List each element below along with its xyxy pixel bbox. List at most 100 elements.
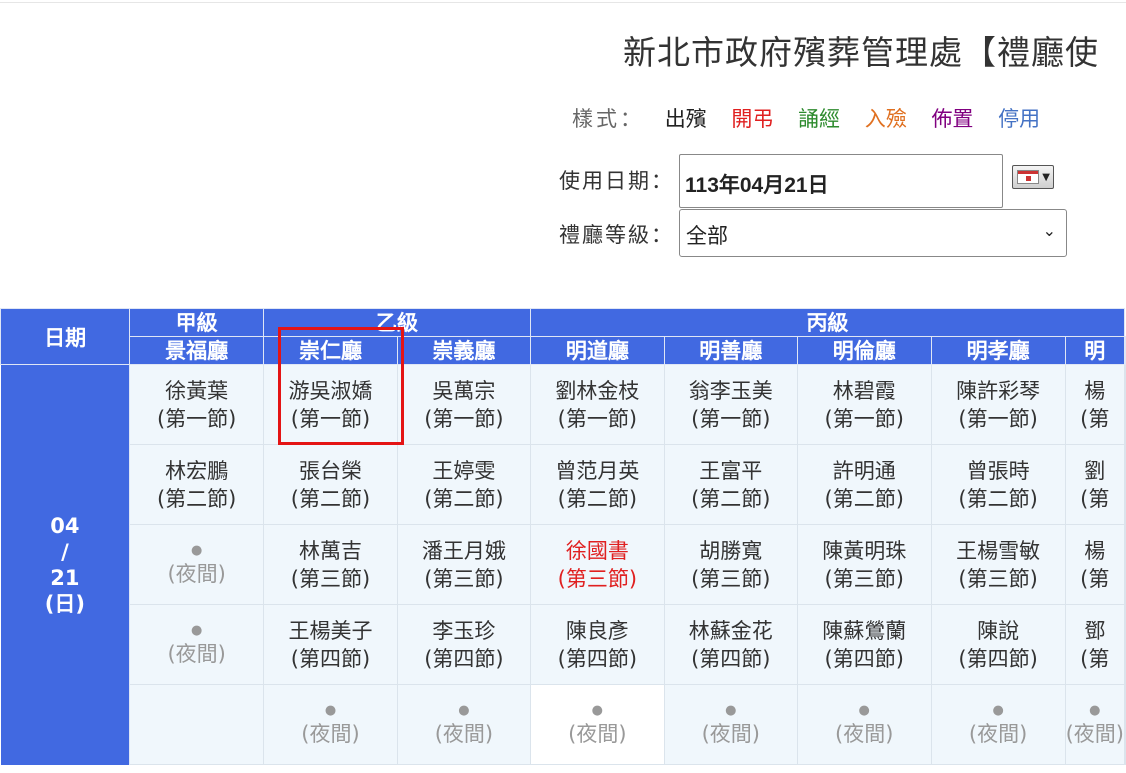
deceased-name: 王富平 [699, 458, 763, 483]
session-label: (第三節) [824, 566, 904, 591]
hall-header[interactable]: 崇義廳 [396, 336, 531, 365]
deceased-name: 王婷雯 [432, 458, 496, 483]
schedule-cell[interactable]: 曾張時 (第二節) [930, 444, 1066, 525]
schedule-cell[interactable]: 王楊雪敏 (第三節) [930, 524, 1066, 605]
overflow-cell [1124, 604, 1126, 685]
schedule-cell[interactable]: 林宏鵬 (第二節) [129, 444, 265, 525]
schedule-cell[interactable]: 陳蘇鶯蘭 (第四節) [796, 604, 932, 685]
schedule-cell[interactable]: 林萬吉 (第三節) [263, 524, 398, 605]
schedule-cell[interactable]: 潘王月娥 (第三節) [396, 524, 531, 605]
hall-schedule-table: 日期 甲級 乙級 丙級 景福廳 崇仁廳 崇義廳 明道廳 明善廳 明倫廳 明孝廳明 04/21 (日) 徐黃… [0, 308, 1126, 765]
night-dot-icon: ● [858, 702, 870, 718]
calendar-button[interactable]: ▼ [1012, 165, 1054, 189]
schedule-cell[interactable]: 王楊美子 (第四節) [263, 604, 398, 685]
session-label: (第四節) [958, 646, 1038, 671]
legend-chanting: 誦經 [798, 107, 841, 131]
night-dot-icon: ● [324, 702, 337, 718]
deceased-name: 楊 [1084, 378, 1106, 403]
deceased-name: 許明通 [832, 458, 896, 483]
deceased-name: 林碧霞 [832, 378, 896, 403]
hall-header[interactable]: 明道廳 [529, 336, 665, 365]
legend-decoration: 佈置 [931, 107, 974, 131]
schedule-cell[interactable]: ● (夜間) [529, 684, 665, 765]
schedule-cell[interactable]: 徐國書 (第三節) [529, 524, 665, 605]
session-label: (第 [1080, 406, 1110, 431]
deceased-name: 徐黃葉 [165, 378, 229, 403]
deceased-name: 陳黃明珠 [822, 538, 907, 563]
schedule-cell[interactable]: 鄧 (第 [1064, 604, 1126, 685]
dropdown-arrow-icon: ▼ [1042, 172, 1050, 183]
style-legend: 樣式： 出殯 開弔 誦經 入殮 佈置 停用 [572, 103, 1058, 133]
schedule-cell[interactable]: ● (夜間) [1064, 684, 1126, 765]
schedule-cell[interactable]: 張台榮 (第二節) [263, 444, 398, 525]
deceased-name: 林宏鵬 [165, 458, 229, 483]
night-label: (夜間) [1065, 721, 1124, 746]
night-dot-icon: ● [992, 702, 1004, 718]
schedule-cell[interactable]: 吳萬宗 (第一節) [396, 364, 531, 445]
schedule-cell[interactable]: ● (夜間) [930, 684, 1066, 765]
hall-header[interactable]: 景福廳 [129, 336, 265, 365]
schedule-cell[interactable]: 陳許彩琴 (第一節) [930, 364, 1066, 445]
overflow-cell [1124, 684, 1126, 765]
legend-memorial: 開弔 [731, 107, 774, 131]
schedule-cell[interactable]: ● (夜間) [396, 684, 531, 765]
session-label: (第一節) [824, 406, 904, 431]
session-label: (第四節) [557, 646, 638, 671]
schedule-cell[interactable]: 林蘇金花 (第四節) [663, 604, 798, 685]
night-label: (夜間) [968, 721, 1028, 746]
grade-select[interactable]: 全部 ⌄ [679, 209, 1067, 257]
schedule-cell[interactable]: ● (夜間) [129, 604, 265, 685]
schedule-cell[interactable]: 曾范月英 (第二節) [529, 444, 665, 525]
session-label: (第一節) [557, 406, 638, 431]
schedule-cell[interactable]: 徐黃葉 (第一節) [129, 364, 265, 445]
schedule-cell[interactable]: 許明通 (第二節) [796, 444, 932, 525]
overflow-cell [1124, 364, 1126, 445]
schedule-cell[interactable]: 翁李玉美 (第一節) [663, 364, 798, 445]
schedule-cell[interactable]: 楊 (第 [1064, 524, 1126, 605]
schedule-cell[interactable]: ● (夜間) [796, 684, 932, 765]
session-label: (第三節) [691, 566, 771, 591]
schedule-cell[interactable]: 王富平 (第二節) [663, 444, 798, 525]
schedule-cell[interactable]: 胡勝寬 (第三節) [663, 524, 798, 605]
deceased-name: 翁李玉美 [688, 378, 773, 403]
schedule-cell[interactable]: 李玉珍 (第四節) [396, 604, 531, 685]
session-label: (第三節) [424, 566, 504, 591]
deceased-name: 陳蘇鶯蘭 [822, 618, 907, 643]
schedule-cell[interactable]: ● (夜間) [663, 684, 798, 765]
session-label: (第一節) [691, 406, 771, 431]
hall-header[interactable]: 明 [1064, 336, 1126, 365]
date-label: 使用日期： [559, 169, 674, 193]
night-label: (夜間) [568, 721, 627, 746]
date-input[interactable]: 113年04月21日 [679, 154, 1003, 208]
legend-encoffin: 入殮 [864, 107, 907, 131]
session-label: (第二節) [424, 486, 504, 511]
session-label: (第一節) [958, 406, 1038, 431]
deceased-name: 吳萬宗 [432, 378, 496, 403]
schedule-cell[interactable]: 劉 (第 [1064, 444, 1126, 525]
schedule-cell[interactable]: 楊 (第 [1064, 364, 1126, 445]
night-dot-icon: ● [1089, 702, 1101, 718]
session-label: (第四節) [290, 646, 371, 671]
schedule-cell[interactable]: 陳良彥 (第四節) [529, 604, 665, 685]
schedule-cell[interactable]: 林碧霞 (第一節) [796, 364, 932, 445]
hall-header[interactable]: 明孝廳 [930, 336, 1066, 365]
hall-header[interactable]: 明善廳 [663, 336, 798, 365]
schedule-cell[interactable]: 王婷雯 (第二節) [396, 444, 531, 525]
night-dot-icon: ● [191, 622, 203, 638]
night-dot-icon: ● [191, 542, 203, 558]
session-label: (第一節) [156, 406, 237, 431]
overflow-cell [1124, 524, 1126, 605]
hall-header[interactable]: 明倫廳 [796, 336, 932, 365]
schedule-cell[interactable]: ● (夜間) [129, 524, 265, 605]
grade-select-value: 全部 [686, 224, 728, 248]
schedule-cell[interactable]: ● (夜間) [263, 684, 398, 765]
schedule-cell[interactable]: 陳說 (第四節) [930, 604, 1066, 685]
legend-funeral: 出殯 [664, 107, 707, 131]
schedule-cell[interactable]: 陳黃明珠 (第三節) [796, 524, 932, 605]
session-label: (第三節) [290, 566, 371, 591]
schedule-cell[interactable]: 劉林金枝 (第一節) [529, 364, 665, 445]
night-dot-icon: ● [458, 702, 470, 718]
calendar-icon-marker [1026, 176, 1031, 181]
date-slash: / [61, 539, 69, 564]
deceased-name: 張台榮 [298, 458, 362, 483]
